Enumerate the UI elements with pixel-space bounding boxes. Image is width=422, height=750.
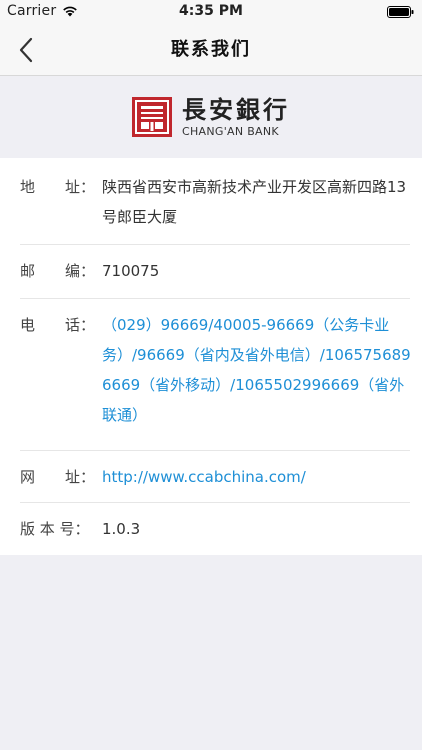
divider [20, 502, 410, 503]
address-value: 陕西省西安市高新技术产业开发区高新四路13号郎臣大厦 [102, 178, 407, 226]
version-value: 1.0.3 [102, 520, 141, 538]
screen: Carrier 4:35 PM 联系我们 長安銀行 CHANG'AN BANK … [0, 0, 422, 750]
postcode-value: 710075 [102, 262, 160, 280]
phone-link[interactable]: （029）96669/40005-96669（公务卡业务）/96669（省内及省… [102, 310, 412, 430]
logo-english-name: CHANG'AN BANK [182, 124, 279, 138]
postcode-row: 邮 编： 710075 [20, 256, 410, 286]
bank-emblem-icon [132, 97, 172, 137]
chevron-left-icon [19, 37, 33, 63]
logo-text: 長安銀行 CHANG'AN BANK [182, 94, 290, 138]
contact-info-list: 地 址： 陕西省西安市高新技术产业开发区高新四路13号郎臣大厦 邮 编： 710… [0, 158, 422, 555]
version-label: 版 本 号： [20, 520, 90, 538]
divider [20, 450, 410, 451]
nav-bar: 联系我们 [0, 24, 422, 76]
page-title: 联系我们 [171, 39, 251, 60]
address-label: 地 址： [20, 178, 96, 196]
website-link[interactable]: http://www.ccabchina.com/ [102, 462, 412, 492]
bank-logo: 長安銀行 CHANG'AN BANK [132, 94, 290, 138]
phone-row: 电 话： （029）96669/40005-96669（公务卡业务）/96669… [20, 310, 412, 430]
status-bar: Carrier 4:35 PM [0, 0, 422, 24]
battery-icon [387, 6, 414, 18]
logo-chinese-name: 長安銀行 [182, 94, 290, 124]
divider [20, 298, 410, 299]
divider [20, 244, 410, 245]
postcode-label: 邮 编： [20, 262, 96, 280]
website-row: 网 址： http://www.ccabchina.com/ [20, 462, 410, 492]
phone-label: 电 话： [20, 316, 96, 334]
version-row: 版 本 号： 1.0.3 [20, 514, 410, 544]
website-label: 网 址： [20, 468, 96, 486]
status-time: 4:35 PM [179, 3, 243, 19]
address-row: 地 址： 陕西省西安市高新技术产业开发区高新四路13号郎臣大厦 [20, 172, 410, 232]
back-button[interactable] [8, 32, 44, 68]
logo-band: 長安銀行 CHANG'AN BANK [0, 77, 422, 157]
